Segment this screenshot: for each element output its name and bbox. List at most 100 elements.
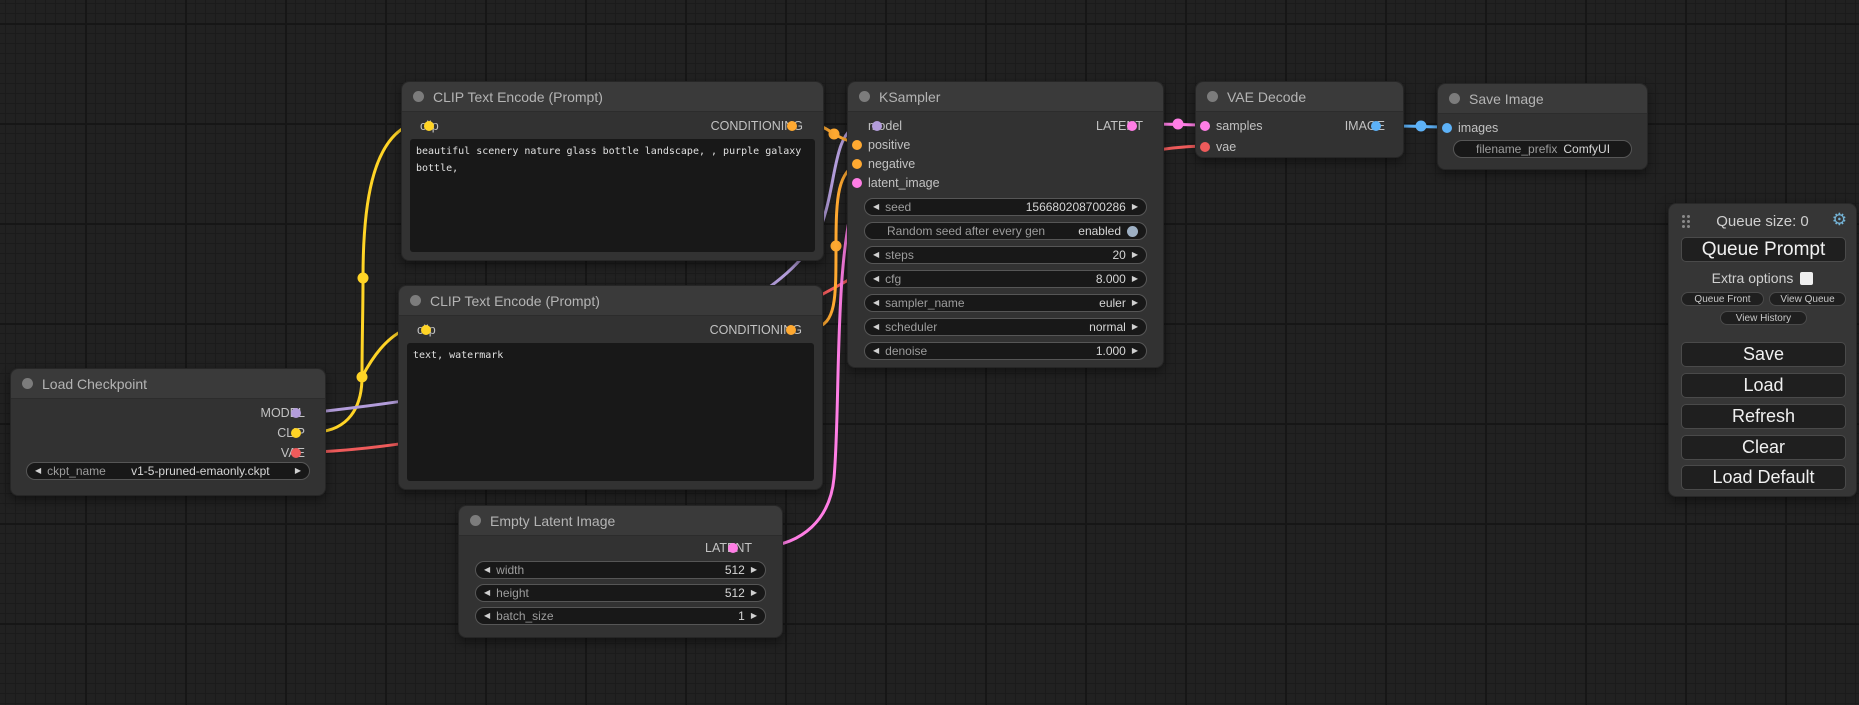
output-dot-model[interactable]	[291, 408, 301, 418]
widget-value: 20	[920, 248, 1126, 262]
queue-prompt-button[interactable]: Queue Prompt	[1681, 237, 1846, 262]
input-label-samples: samples	[1216, 119, 1263, 133]
input-dot-vae[interactable]	[1200, 142, 1210, 152]
view-history-button[interactable]: View History	[1720, 311, 1807, 325]
output-dot-vae[interactable]	[291, 448, 301, 458]
node-title-bar[interactable]: KSampler	[848, 82, 1163, 112]
increment-arrow-icon[interactable]: ▶	[1132, 299, 1138, 307]
queue-front-button[interactable]: Queue Front	[1681, 292, 1764, 306]
denoise-widget[interactable]: ◀ denoise 1.000 ▶	[864, 342, 1147, 360]
cfg-widget[interactable]: ◀ cfg 8.000 ▶	[864, 270, 1147, 288]
node-ksampler[interactable]: KSampler model LATENT positive negative …	[847, 81, 1164, 368]
node-clip-text-encode-positive[interactable]: CLIP Text Encode (Prompt) clip CONDITION…	[401, 81, 824, 261]
input-dot-latent-image[interactable]	[852, 178, 862, 188]
node-title-bar[interactable]: VAE Decode	[1196, 82, 1403, 112]
seed-widget[interactable]: ◀ seed 156680208700286 ▶	[864, 198, 1147, 216]
random-seed-toggle-widget[interactable]: Random seed after every gen enabled	[864, 222, 1147, 240]
decrement-arrow-icon[interactable]: ◀	[484, 589, 490, 597]
widget-label: Random seed after every gen	[887, 224, 1045, 238]
output-dot-latent[interactable]	[728, 543, 738, 553]
output-dot-conditioning[interactable]	[787, 121, 797, 131]
save-button[interactable]: Save	[1681, 342, 1846, 367]
clear-button[interactable]: Clear	[1681, 435, 1846, 460]
increment-arrow-icon[interactable]: ▶	[751, 566, 757, 574]
widget-label: denoise	[885, 344, 927, 358]
increment-arrow-icon[interactable]: ▶	[1132, 251, 1138, 259]
increment-arrow-icon[interactable]: ▶	[1132, 203, 1138, 211]
increment-arrow-icon[interactable]: ▶	[295, 467, 301, 475]
filename-prefix-widget[interactable]: filename_prefix ComfyUI	[1453, 140, 1632, 158]
collapse-dot-icon[interactable]	[22, 378, 33, 389]
extra-options-checkbox[interactable]	[1800, 272, 1813, 285]
collapse-dot-icon[interactable]	[410, 295, 421, 306]
node-load-checkpoint[interactable]: Load Checkpoint MODEL CLIP VAE ◀ ckpt_na…	[10, 368, 326, 496]
output-dot-clip[interactable]	[291, 428, 301, 438]
widget-label: scheduler	[885, 320, 937, 334]
prompt-text-area[interactable]: text, watermark	[407, 343, 814, 481]
queue-size-label: Queue size: 0	[1669, 213, 1856, 230]
node-save-image[interactable]: Save Image images filename_prefix ComfyU…	[1437, 83, 1648, 170]
input-dot-positive[interactable]	[852, 140, 862, 150]
node-empty-latent-image[interactable]: Empty Latent Image LATENT ◀ width 512 ▶ …	[458, 505, 783, 638]
output-dot-image[interactable]	[1371, 121, 1381, 131]
input-dot-model[interactable]	[872, 121, 882, 131]
output-dot-latent[interactable]	[1127, 121, 1137, 131]
sampler-name-widget[interactable]: ◀ sampler_name euler ▶	[864, 294, 1147, 312]
widget-value: normal	[943, 320, 1126, 334]
increment-arrow-icon[interactable]: ▶	[751, 612, 757, 620]
collapse-dot-icon[interactable]	[859, 91, 870, 102]
node-title: Empty Latent Image	[490, 513, 615, 529]
decrement-arrow-icon[interactable]: ◀	[484, 612, 490, 620]
width-widget[interactable]: ◀ width 512 ▶	[475, 561, 766, 579]
widget-label: batch_size	[496, 609, 553, 623]
node-title-bar[interactable]: CLIP Text Encode (Prompt)	[402, 82, 823, 112]
node-vae-decode[interactable]: VAE Decode samples IMAGE vae	[1195, 81, 1404, 158]
increment-arrow-icon[interactable]: ▶	[751, 589, 757, 597]
collapse-dot-icon[interactable]	[1207, 91, 1218, 102]
node-title: CLIP Text Encode (Prompt)	[430, 293, 600, 309]
decrement-arrow-icon[interactable]: ◀	[873, 347, 879, 355]
input-dot-clip[interactable]	[424, 121, 434, 131]
decrement-arrow-icon[interactable]: ◀	[873, 299, 879, 307]
node-title-bar[interactable]: CLIP Text Encode (Prompt)	[399, 286, 822, 316]
widget-label: width	[496, 563, 524, 577]
increment-arrow-icon[interactable]: ▶	[1132, 275, 1138, 283]
prompt-text-area[interactable]: beautiful scenery nature glass bottle la…	[410, 139, 815, 252]
steps-widget[interactable]: ◀ steps 20 ▶	[864, 246, 1147, 264]
decrement-arrow-icon[interactable]: ◀	[484, 566, 490, 574]
output-dot-conditioning[interactable]	[786, 325, 796, 335]
decrement-arrow-icon[interactable]: ◀	[35, 467, 41, 475]
increment-arrow-icon[interactable]: ▶	[1132, 347, 1138, 355]
refresh-button[interactable]: Refresh	[1681, 404, 1846, 429]
ckpt-name-widget[interactable]: ◀ ckpt_name v1-5-pruned-emaonly.ckpt ▶	[26, 462, 310, 480]
scheduler-widget[interactable]: ◀ scheduler normal ▶	[864, 318, 1147, 336]
comfyui-canvas[interactable]: { "colors": { "clip": "#ffd426", "model"…	[0, 0, 1859, 705]
widget-label: seed	[885, 200, 911, 214]
node-title-bar[interactable]: Save Image	[1438, 84, 1647, 114]
node-title-bar[interactable]: Empty Latent Image	[459, 506, 782, 536]
decrement-arrow-icon[interactable]: ◀	[873, 203, 879, 211]
input-dot-negative[interactable]	[852, 159, 862, 169]
node-clip-text-encode-negative[interactable]: CLIP Text Encode (Prompt) clip CONDITION…	[398, 285, 823, 490]
view-queue-button[interactable]: View Queue	[1769, 292, 1846, 306]
height-widget[interactable]: ◀ height 512 ▶	[475, 584, 766, 602]
input-dot-images[interactable]	[1442, 123, 1452, 133]
node-title: Save Image	[1469, 91, 1544, 107]
input-dot-clip[interactable]	[421, 325, 431, 335]
batch-size-widget[interactable]: ◀ batch_size 1 ▶	[475, 607, 766, 625]
collapse-dot-icon[interactable]	[470, 515, 481, 526]
node-title: CLIP Text Encode (Prompt)	[433, 89, 603, 105]
load-button[interactable]: Load	[1681, 373, 1846, 398]
increment-arrow-icon[interactable]: ▶	[1132, 323, 1138, 331]
node-title-bar[interactable]: Load Checkpoint	[11, 369, 325, 399]
gear-icon[interactable]: ⚙	[1832, 210, 1847, 230]
input-dot-samples[interactable]	[1200, 121, 1210, 131]
decrement-arrow-icon[interactable]: ◀	[873, 323, 879, 331]
drag-handle-icon[interactable]	[1682, 215, 1685, 218]
collapse-dot-icon[interactable]	[1449, 93, 1460, 104]
toggle-dot-icon[interactable]	[1127, 226, 1138, 237]
decrement-arrow-icon[interactable]: ◀	[873, 275, 879, 283]
decrement-arrow-icon[interactable]: ◀	[873, 251, 879, 259]
load-default-button[interactable]: Load Default	[1681, 465, 1846, 490]
collapse-dot-icon[interactable]	[413, 91, 424, 102]
